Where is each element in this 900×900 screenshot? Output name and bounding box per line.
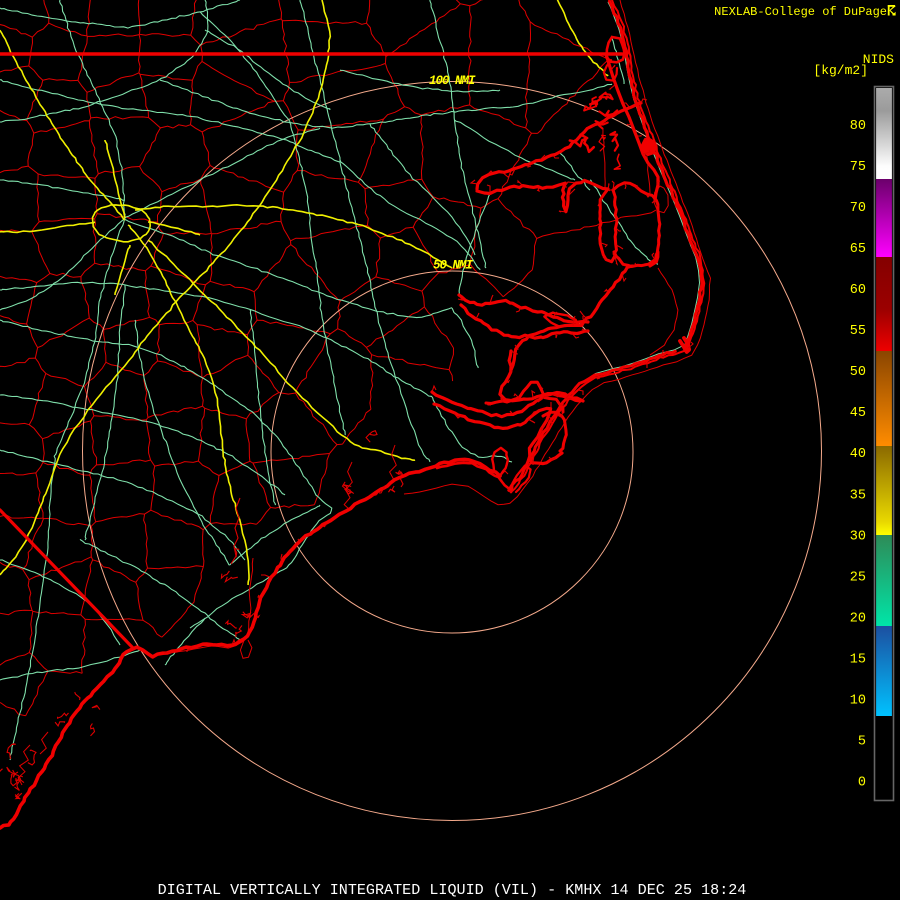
svg-text:15: 15 bbox=[850, 652, 866, 667]
svg-text:70: 70 bbox=[850, 201, 866, 216]
svg-text:25: 25 bbox=[850, 570, 866, 585]
svg-text:60: 60 bbox=[850, 283, 866, 298]
svg-text:40: 40 bbox=[850, 447, 866, 462]
svg-text:50: 50 bbox=[850, 365, 866, 380]
svg-text:NEXLAB-College of DuPage: NEXLAB-College of DuPage bbox=[714, 5, 887, 19]
svg-text:20: 20 bbox=[850, 611, 866, 626]
svg-text:55: 55 bbox=[850, 324, 866, 339]
svg-text:30: 30 bbox=[850, 529, 866, 544]
svg-text:100 NMI: 100 NMI bbox=[429, 74, 476, 88]
svg-text:DIGITAL VERTICALLY INTEGRATED: DIGITAL VERTICALLY INTEGRATED LIQUID (VI… bbox=[158, 881, 747, 899]
svg-text:5: 5 bbox=[858, 735, 866, 750]
svg-text:75: 75 bbox=[850, 160, 866, 175]
svg-text:0: 0 bbox=[858, 776, 866, 791]
svg-text:35: 35 bbox=[850, 488, 866, 503]
svg-text:80: 80 bbox=[850, 119, 866, 134]
svg-text:45: 45 bbox=[850, 406, 866, 421]
svg-text:10: 10 bbox=[850, 693, 866, 708]
svg-text:[kg/m2]: [kg/m2] bbox=[813, 63, 868, 78]
svg-text:50 NMI: 50 NMI bbox=[433, 259, 474, 273]
svg-text:65: 65 bbox=[850, 242, 866, 257]
